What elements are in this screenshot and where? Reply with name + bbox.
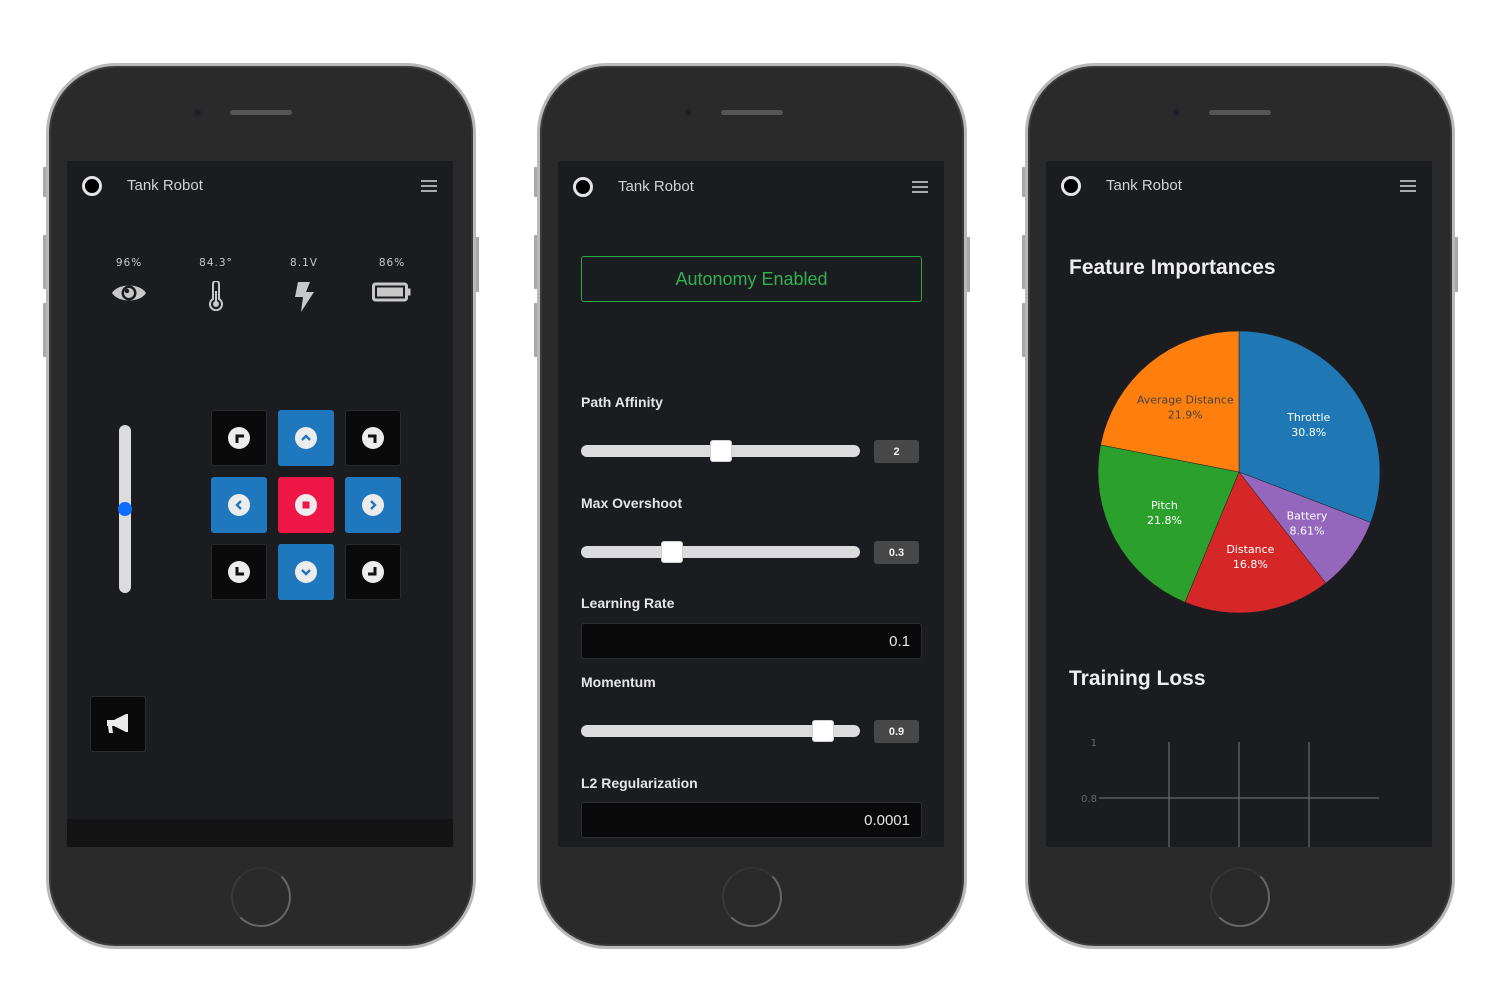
speaker-grille	[721, 110, 783, 115]
forward-button[interactable]	[278, 410, 334, 466]
max-overshoot-label: Max Overshoot	[581, 495, 683, 511]
chevron-right-icon	[362, 494, 384, 516]
navbar: Tank Robot	[558, 162, 944, 212]
stat-value: 96%	[115, 257, 143, 269]
stat-vision: 96%	[99, 257, 159, 305]
momentum-slider[interactable]	[581, 720, 860, 742]
backward-button[interactable]	[278, 544, 334, 600]
camera-icon	[193, 108, 202, 117]
home-button[interactable]	[722, 867, 782, 927]
logo-icon[interactable]	[82, 176, 102, 196]
momentum-slider-thumb[interactable]	[812, 720, 835, 742]
throttle-slider[interactable]	[118, 425, 132, 593]
thermometer-icon	[209, 281, 223, 311]
home-button[interactable]	[1210, 867, 1270, 927]
max-overshoot-slider-thumb[interactable]	[660, 541, 683, 563]
stat-value: 84.3°	[199, 257, 233, 269]
app-title: Tank Robot	[127, 177, 203, 194]
corner-down-right-icon	[362, 561, 384, 583]
megaphone-icon	[107, 714, 128, 733]
chevron-left-icon	[228, 494, 250, 516]
stat-temperature: 84.3°	[186, 257, 246, 311]
footer-bar	[67, 819, 453, 847]
settings-screen: Tank Robot Autonomy Enabled Path Affinit…	[558, 161, 944, 847]
logo-icon[interactable]	[573, 177, 593, 197]
eye-icon	[112, 285, 146, 301]
corner-up-right-icon	[362, 427, 384, 449]
analytics-screen: Tank Robot Feature Importances Throttle 3…	[1046, 161, 1432, 847]
path-affinity-label: Path Affinity	[581, 394, 663, 410]
path-affinity-slider-thumb[interactable]	[709, 440, 732, 462]
camera-icon	[684, 108, 693, 117]
y-tick-label: 1	[1091, 738, 1097, 749]
left-button[interactable]	[211, 477, 267, 533]
chevron-up-icon	[295, 427, 317, 449]
max-overshoot-value: 0.3	[874, 541, 919, 564]
stat-value: 8.1V	[290, 257, 318, 269]
stop-button[interactable]	[278, 477, 334, 533]
backward-left-button[interactable]	[211, 544, 267, 600]
l2-regularization-input[interactable]	[581, 802, 922, 838]
path-affinity-slider[interactable]	[581, 440, 860, 462]
corner-down-left-icon	[228, 561, 250, 583]
phone-frame-analytics: Tank Robot Feature Importances Throttle 3…	[1022, 63, 1458, 949]
menu-icon[interactable]	[421, 180, 437, 192]
training-loss-chart: 10.8	[1081, 738, 1379, 847]
corner-up-left-icon	[228, 427, 250, 449]
battery-icon	[372, 282, 411, 302]
l2-regularization-label: L2 Regularization	[581, 775, 698, 791]
speaker-grille	[230, 110, 292, 115]
lightning-icon	[295, 282, 314, 312]
navbar: Tank Robot	[67, 161, 453, 211]
y-tick-label: 0.8	[1081, 794, 1097, 805]
learning-rate-label: Learning Rate	[581, 595, 675, 611]
learning-rate-input[interactable]	[581, 623, 922, 659]
speaker-grille	[1209, 110, 1271, 115]
phone-frame-controls: Tank Robot 96% 84.3° 8.1V 86%	[43, 63, 479, 949]
camera-icon	[1172, 108, 1181, 117]
controls-screen: Tank Robot 96% 84.3° 8.1V 86%	[67, 161, 453, 847]
stat-value: 86%	[378, 257, 406, 269]
backward-right-button[interactable]	[345, 544, 401, 600]
home-button[interactable]	[231, 867, 291, 927]
chevron-down-icon	[295, 561, 317, 583]
right-button[interactable]	[345, 477, 401, 533]
stat-battery: 86%	[362, 257, 422, 303]
momentum-value: 0.9	[874, 720, 919, 743]
autonomy-toggle-button[interactable]: Autonomy Enabled	[581, 256, 922, 302]
app-title: Tank Robot	[618, 178, 694, 195]
max-overshoot-slider[interactable]	[581, 541, 860, 563]
menu-icon[interactable]	[912, 181, 928, 193]
stat-voltage: 8.1V	[274, 257, 334, 313]
path-affinity-value: 2	[874, 440, 919, 463]
stop-icon	[295, 494, 317, 516]
horn-button[interactable]	[90, 696, 146, 752]
phone-frame-settings: Tank Robot Autonomy Enabled Path Affinit…	[534, 63, 970, 949]
forward-right-button[interactable]	[345, 410, 401, 466]
momentum-label: Momentum	[581, 674, 656, 690]
forward-left-button[interactable]	[211, 410, 267, 466]
throttle-slider-thumb[interactable]	[118, 502, 132, 516]
